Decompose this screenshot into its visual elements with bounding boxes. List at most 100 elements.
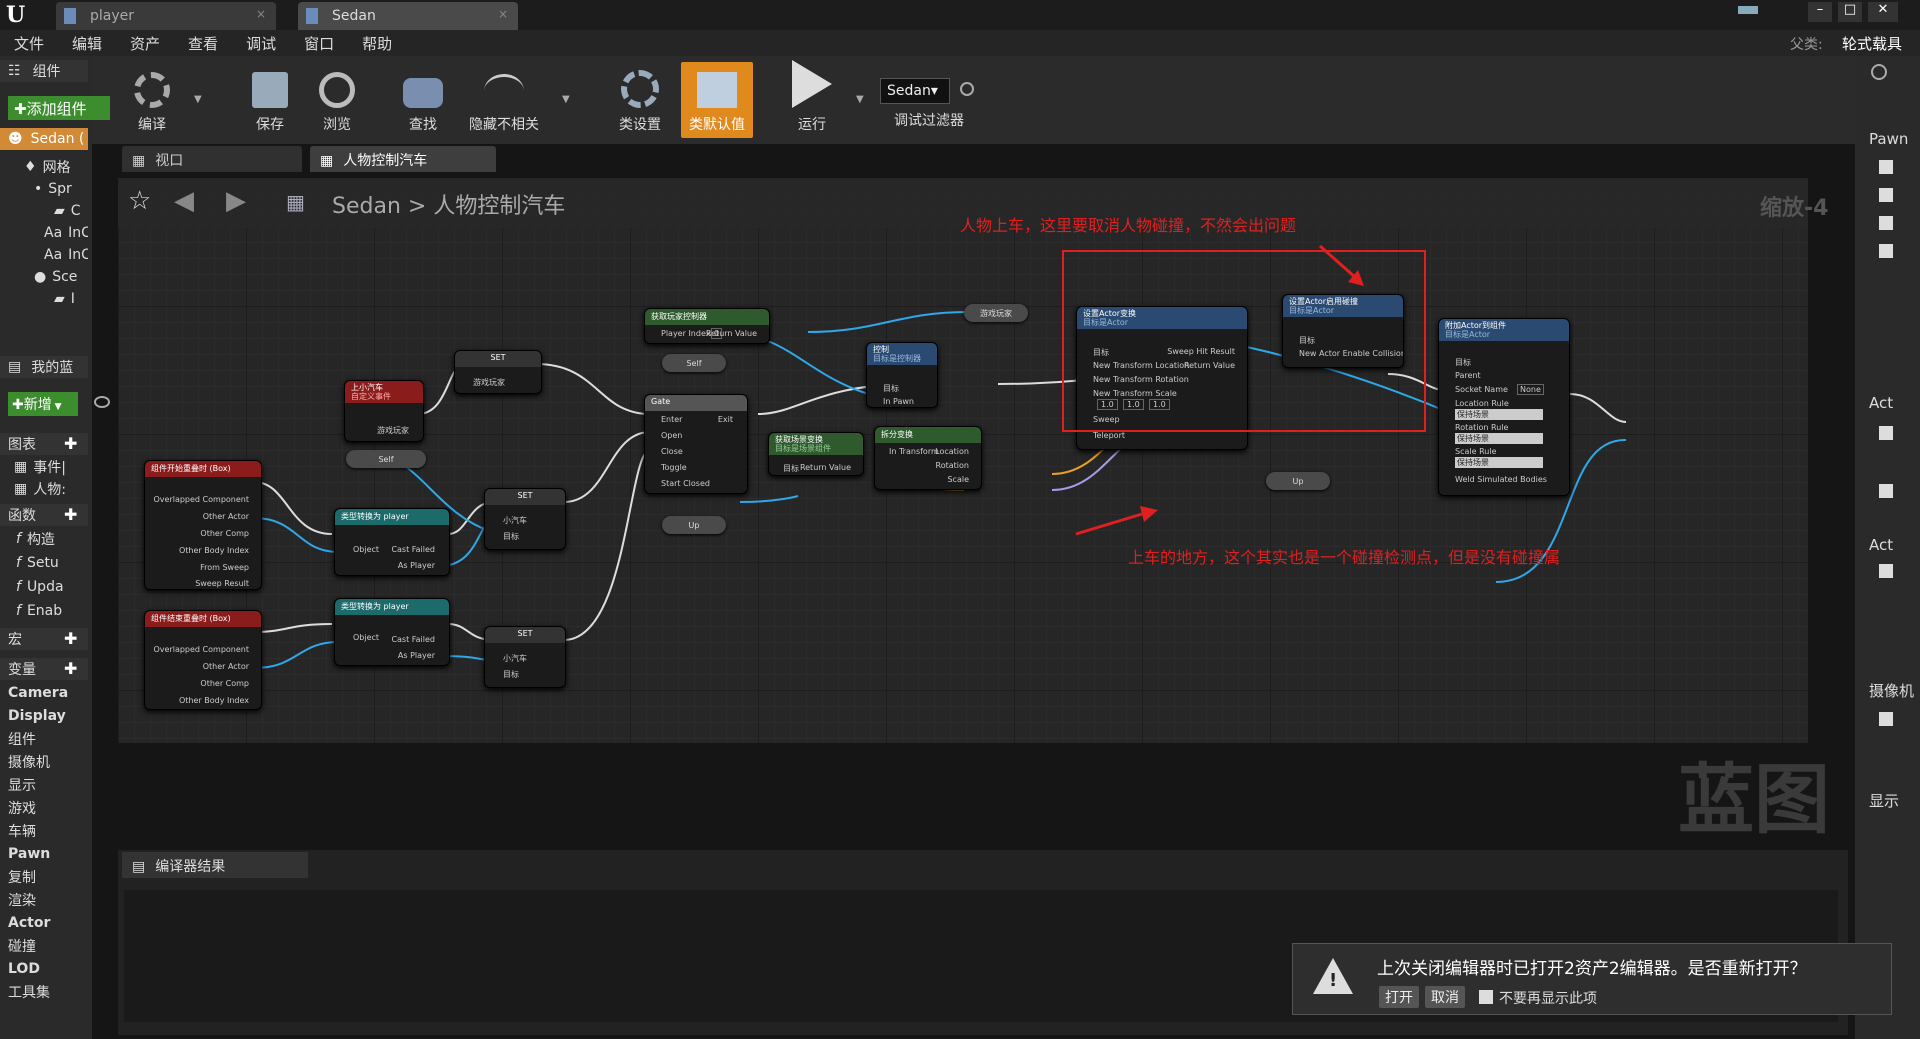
tree-item[interactable]: ♦ 网格 [0,156,88,178]
pawn-section[interactable]: Pawn [1869,130,1908,148]
add-graph-icon[interactable]: ✚ [64,434,77,453]
node-set-car-1[interactable]: SET 小汽车 目标 [484,488,566,550]
maximize-button[interactable]: □ [1838,2,1862,22]
pin[interactable]: Rotation [936,461,969,470]
cancel-button[interactable]: 取消 [1425,986,1465,1008]
pin[interactable]: In Pawn [883,397,914,406]
menu-asset[interactable]: 资产 [116,33,174,54]
add-variable-icon[interactable]: ✚ [64,659,77,678]
pin[interactable]: From Sweep [200,563,249,572]
pin[interactable]: Scale [947,475,969,484]
tab-sedan[interactable]: Sedan × [298,2,518,30]
parent-class-value[interactable]: 轮式载具 [1842,33,1902,54]
var-category[interactable]: 摄像机 [0,751,88,773]
tab-player[interactable]: player × [56,2,276,30]
self-node[interactable]: Self [662,354,726,372]
var-category[interactable]: 车辆 [0,820,88,842]
pin[interactable]: Weld Simulated Bodies [1455,475,1547,484]
add-new-button[interactable]: ✚新增 ▼ [8,392,78,416]
add-macro-icon[interactable]: ✚ [64,629,77,648]
component-root[interactable]: ☻ Sedan ( [0,128,88,150]
pin[interactable]: Object [353,545,379,554]
play-button[interactable]: 运行 [784,60,840,138]
scale-rule-select[interactable]: 保持场景 [1455,457,1543,468]
actor-section[interactable]: Act [1869,536,1893,554]
menu-view[interactable]: 查看 [174,33,232,54]
node-possess[interactable]: 控制 目标是控制器 目标 In Pawn [866,342,938,408]
pin[interactable]: Open [661,431,682,440]
save-button[interactable]: 保存 [246,62,294,138]
checkbox[interactable] [1879,188,1893,202]
pin[interactable]: 小汽车 [503,653,527,664]
pin[interactable]: Start Closed [661,479,710,488]
hide-unrelated-button[interactable]: 隐藏不相关 [464,62,544,138]
var-category[interactable]: Actor [0,912,88,934]
blueprint-graph[interactable]: ☆ ◀ ▶ ▦ Sedan > 人物控制汽车 缩放-4 蓝图 组件开始重叠时 (… [118,178,1830,844]
node-get-transform[interactable]: 获取场景变换 目标是场景组件 目标 Return Value [768,432,864,476]
pin[interactable]: Other Actor [203,512,249,521]
var-category[interactable]: LOD [0,958,88,980]
checkbox[interactable] [1879,160,1893,174]
class-settings-button[interactable]: 类设置 [612,62,668,138]
compile-button[interactable]: 编译 [126,62,178,138]
menu-debug[interactable]: 调试 [232,33,290,54]
tree-item[interactable]: ▰ I [0,288,88,310]
add-function-icon[interactable]: ✚ [64,505,77,524]
doc-tab-graph[interactable]: ▦ 人物控制汽车 [310,146,496,172]
pin[interactable]: Location Rule [1455,399,1509,408]
up-variable-node[interactable]: Up [662,516,726,534]
camera-section[interactable]: 摄像机 [1869,680,1914,701]
chevron-down-icon[interactable]: ▼ [856,94,864,105]
menu-file[interactable]: 文件 [0,33,58,54]
pin[interactable]: Other Comp [200,679,249,688]
close-icon[interactable]: × [256,7,266,21]
pin[interactable]: 目标 [503,531,519,542]
node-break-transform[interactable]: 拆分变换 In Transform Location Rotation Scal… [874,426,982,490]
menu-window[interactable]: 窗口 [290,33,348,54]
pin[interactable]: Close [661,447,683,456]
pin[interactable]: Rotation Rule [1455,423,1508,432]
pin[interactable]: Cast Failed [391,545,435,554]
tree-item[interactable]: ▰ C [0,200,88,222]
node-custom-event[interactable]: 上小汽车 自定义事件 游戏玩家 [344,380,424,442]
location-rule-select[interactable]: 保持场景 [1455,409,1543,420]
var-category[interactable]: 复制 [0,866,88,888]
menu-edit[interactable]: 编辑 [58,33,116,54]
display-section[interactable]: 显示 [1869,790,1899,811]
var-category[interactable]: 组件 [0,728,88,750]
pin[interactable]: 游戏玩家 [473,377,505,388]
pin[interactable]: 目标 [503,669,519,680]
checkbox[interactable] [1879,216,1893,230]
var-category[interactable]: 碰撞 [0,935,88,957]
var-category[interactable]: Display [0,705,88,727]
close-window-button[interactable]: ✕ [1868,2,1898,22]
pin[interactable]: In Transform [889,447,939,456]
self-node[interactable]: Self [346,450,426,468]
checkbox[interactable] [1879,712,1893,726]
node-overlap-begin[interactable]: 组件开始重叠时 (Box) Overlapped Component Other… [144,460,262,590]
open-button[interactable]: 打开 [1379,986,1419,1008]
function-item[interactable]: f Enab [0,600,88,622]
tree-item[interactable]: Aa InC [0,222,88,244]
search-icon[interactable] [1871,64,1887,80]
pin[interactable]: Return Value [800,463,851,472]
pin[interactable]: Location [935,447,969,456]
node-cast-player-2[interactable]: 类型转换为 player Object Cast Failed As Playe… [334,598,450,666]
pin[interactable]: Cast Failed [391,635,435,644]
function-item[interactable]: f Setu [0,552,88,574]
pin[interactable]: 游戏玩家 [377,425,409,436]
browse-button[interactable]: 浏览 [312,62,362,138]
person-graph-item[interactable]: ▦ 人物: [0,478,88,500]
pin[interactable]: Other Comp [200,529,249,538]
tree-item[interactable]: ● Sce [0,266,88,288]
function-item[interactable]: f 构造 [0,528,88,550]
var-category[interactable]: Pawn [0,843,88,865]
chevron-down-icon[interactable]: ▼ [562,94,570,105]
checkbox[interactable] [1879,244,1893,258]
help-icon[interactable] [1738,6,1758,22]
doc-tab-viewport[interactable]: ▦ 视口 [122,146,302,172]
checkbox[interactable] [1879,484,1893,498]
pin[interactable]: As Player [398,561,435,570]
pin[interactable]: Other Body Index [179,696,249,705]
var-category[interactable]: 渲染 [0,889,88,911]
